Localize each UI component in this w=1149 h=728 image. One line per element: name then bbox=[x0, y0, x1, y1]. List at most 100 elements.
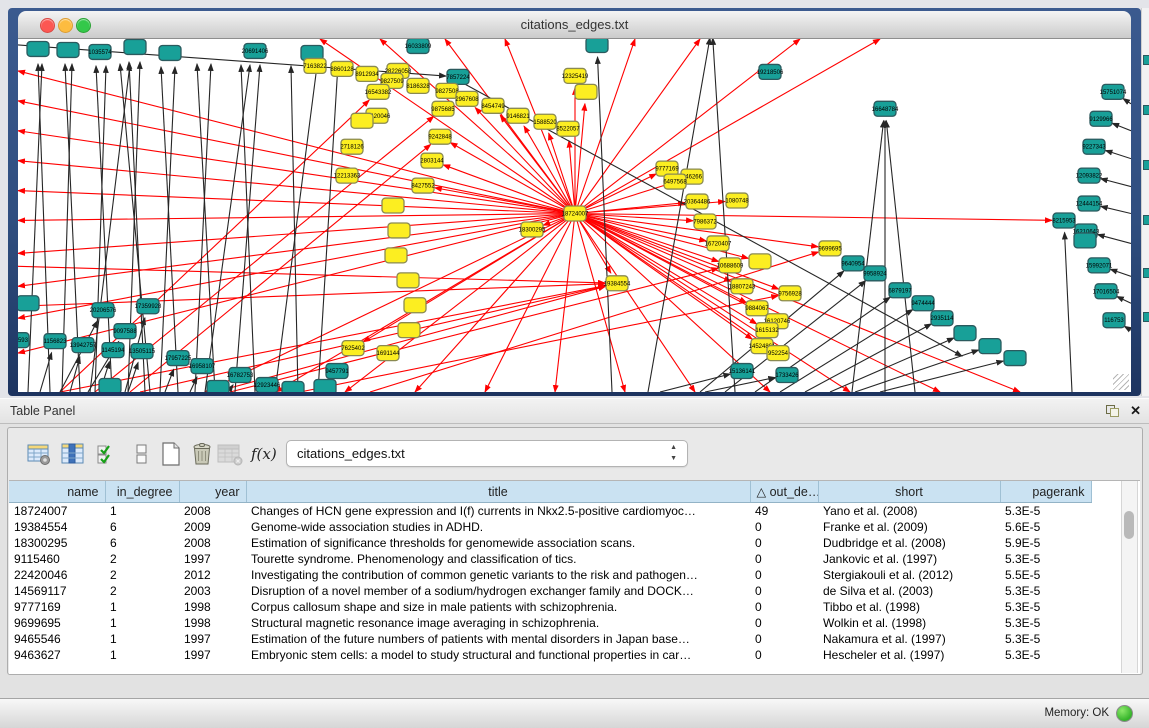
network-node-label: 2718126 bbox=[340, 145, 364, 151]
network-node[interactable] bbox=[749, 254, 771, 269]
network-node-label: 9474444 bbox=[911, 301, 935, 307]
network-node-label: 17016504 bbox=[1093, 289, 1120, 295]
network-node[interactable] bbox=[398, 323, 420, 338]
table-select-value: citations_edges.txt bbox=[297, 446, 405, 461]
close-panel-icon[interactable]: ✕ bbox=[1130, 403, 1141, 418]
network-node-label: 16958107 bbox=[189, 364, 216, 370]
network-node-label: 9457791 bbox=[325, 369, 349, 375]
table-row[interactable]: 969969511998Structural magnetic resonanc… bbox=[9, 615, 1091, 631]
column-header-out_de[interactable]: △ out_de… bbox=[750, 481, 818, 503]
table-select-dropdown[interactable]: citations_edges.txt ▲▼ bbox=[286, 440, 688, 467]
table-row[interactable]: 946362711997Embryonic stem cells: a mode… bbox=[9, 647, 1091, 663]
network-canvas[interactable]: 1872400710355742069140616033809785722488… bbox=[18, 39, 1131, 392]
network-node-label: 8427552 bbox=[411, 184, 435, 190]
table-cell: 2009 bbox=[179, 519, 246, 535]
trash-icon[interactable] bbox=[189, 441, 215, 467]
row-checks-icon[interactable] bbox=[95, 441, 121, 467]
table-cell: 1997 bbox=[179, 647, 246, 663]
table-row[interactable]: 1872400712008Changes of HCN gene express… bbox=[9, 503, 1091, 520]
column-header-name[interactable]: name bbox=[9, 481, 105, 503]
network-node[interactable] bbox=[159, 45, 181, 60]
network-node[interactable] bbox=[282, 382, 304, 392]
network-node[interactable] bbox=[404, 298, 426, 313]
network-node[interactable] bbox=[99, 379, 121, 392]
table-panel-body: f(x) citations_edges.txt ▲▼ namein_degre… bbox=[7, 427, 1143, 675]
network-node[interactable] bbox=[207, 381, 229, 392]
network-node-label: 15136141 bbox=[729, 369, 756, 375]
stacked-boxes-icon[interactable] bbox=[129, 441, 155, 467]
network-node[interactable] bbox=[27, 41, 49, 56]
network-node[interactable] bbox=[954, 326, 976, 341]
table-row[interactable]: 977716911998Corpus callosum shape and si… bbox=[9, 599, 1091, 615]
scrollbar-thumb[interactable] bbox=[1124, 511, 1134, 539]
new-document-icon[interactable] bbox=[158, 441, 184, 467]
network-node[interactable] bbox=[385, 248, 407, 263]
table-row[interactable]: 911546021997Tourette syndrome. Phenomeno… bbox=[9, 551, 1091, 567]
network-node[interactable] bbox=[1004, 351, 1026, 366]
network-node[interactable] bbox=[979, 339, 1001, 354]
network-node[interactable] bbox=[382, 198, 404, 213]
table-cell: 5.9E-5 bbox=[1000, 535, 1091, 551]
column-header-pagerank[interactable]: pagerank bbox=[1000, 481, 1091, 503]
table-cell: Changes of HCN gene expression and I(f) … bbox=[246, 503, 750, 520]
network-node-label: 7857224 bbox=[446, 75, 470, 81]
memory-status-indicator[interactable] bbox=[1116, 705, 1133, 722]
network-edge bbox=[1110, 269, 1131, 276]
network-node[interactable] bbox=[575, 84, 597, 99]
table-cell: 5.3E-5 bbox=[1000, 615, 1091, 631]
table-cell: 1998 bbox=[179, 599, 246, 615]
network-node[interactable] bbox=[18, 296, 39, 311]
network-node-label: 12093822 bbox=[1076, 174, 1103, 180]
network-node-label: 12325419 bbox=[562, 74, 589, 80]
table-cell: 49 bbox=[750, 503, 818, 520]
table-cell: 2012 bbox=[179, 567, 246, 583]
network-node-label: 20691406 bbox=[242, 49, 269, 55]
network-node[interactable] bbox=[586, 39, 608, 52]
network-edge bbox=[443, 165, 575, 214]
table-column-icon[interactable] bbox=[60, 441, 86, 467]
network-node[interactable] bbox=[397, 273, 419, 288]
network-node[interactable] bbox=[124, 39, 146, 54]
network-edge bbox=[291, 66, 298, 392]
function-icon[interactable]: f(x) bbox=[251, 441, 277, 467]
table-cell: 1 bbox=[105, 599, 179, 615]
table-cell: Nakamura et al. (1997) bbox=[818, 631, 1000, 647]
network-node[interactable] bbox=[314, 380, 336, 392]
network-node-label: 19384554 bbox=[604, 281, 631, 287]
network-node-label: 18724007 bbox=[562, 212, 589, 218]
table-cell: 0 bbox=[750, 535, 818, 551]
column-header-title[interactable]: title bbox=[246, 481, 750, 503]
table-row[interactable]: 946554611997Estimation of the future num… bbox=[9, 631, 1091, 647]
network-window-titlebar[interactable]: citations_edges.txt bbox=[18, 11, 1131, 39]
table-cell: 5.3E-5 bbox=[1000, 631, 1091, 647]
network-node-label: 2803144 bbox=[420, 159, 444, 165]
delete-table-icon[interactable] bbox=[216, 441, 242, 467]
table-settings-icon[interactable] bbox=[26, 441, 52, 467]
table-scrollbar[interactable] bbox=[1121, 481, 1138, 673]
column-header-short[interactable]: short bbox=[818, 481, 1000, 503]
network-node[interactable] bbox=[388, 223, 410, 238]
network-node[interactable] bbox=[1074, 233, 1096, 248]
network-node[interactable] bbox=[57, 42, 79, 57]
network-node-label: 9242848 bbox=[428, 135, 452, 141]
table-row[interactable]: 1830029562008Estimation of significance … bbox=[9, 535, 1091, 551]
float-panel-icon[interactable] bbox=[1106, 405, 1119, 417]
network-node-label: 8215953 bbox=[1052, 218, 1076, 224]
table-cell: 0 bbox=[750, 567, 818, 583]
network-node-label: 9129966 bbox=[1089, 117, 1113, 123]
network-edge bbox=[1065, 232, 1072, 392]
table-row[interactable]: 1938455462009Genome-wide association stu… bbox=[9, 519, 1091, 535]
network-node[interactable] bbox=[351, 113, 373, 128]
resize-grip-icon[interactable] bbox=[1113, 374, 1129, 390]
table-row[interactable]: 1456911722003Disruption of a novel membe… bbox=[9, 583, 1091, 599]
table-cell: Embryonic stem cells: a model to study s… bbox=[246, 647, 750, 663]
table-panel: Table Panel ✕ bbox=[0, 398, 1149, 698]
table-cell: 6 bbox=[105, 535, 179, 551]
application-background: citations_edges.txt 18724007103557420691… bbox=[0, 0, 1149, 727]
column-header-year[interactable]: year bbox=[179, 481, 246, 503]
network-node-label: 2935114 bbox=[931, 316, 955, 322]
network-edge bbox=[18, 45, 446, 76]
column-header-in_degree[interactable]: in_degree bbox=[105, 481, 179, 503]
table-cell: 1997 bbox=[179, 631, 246, 647]
table-row[interactable]: 2242004622012Investigating the contribut… bbox=[9, 567, 1091, 583]
